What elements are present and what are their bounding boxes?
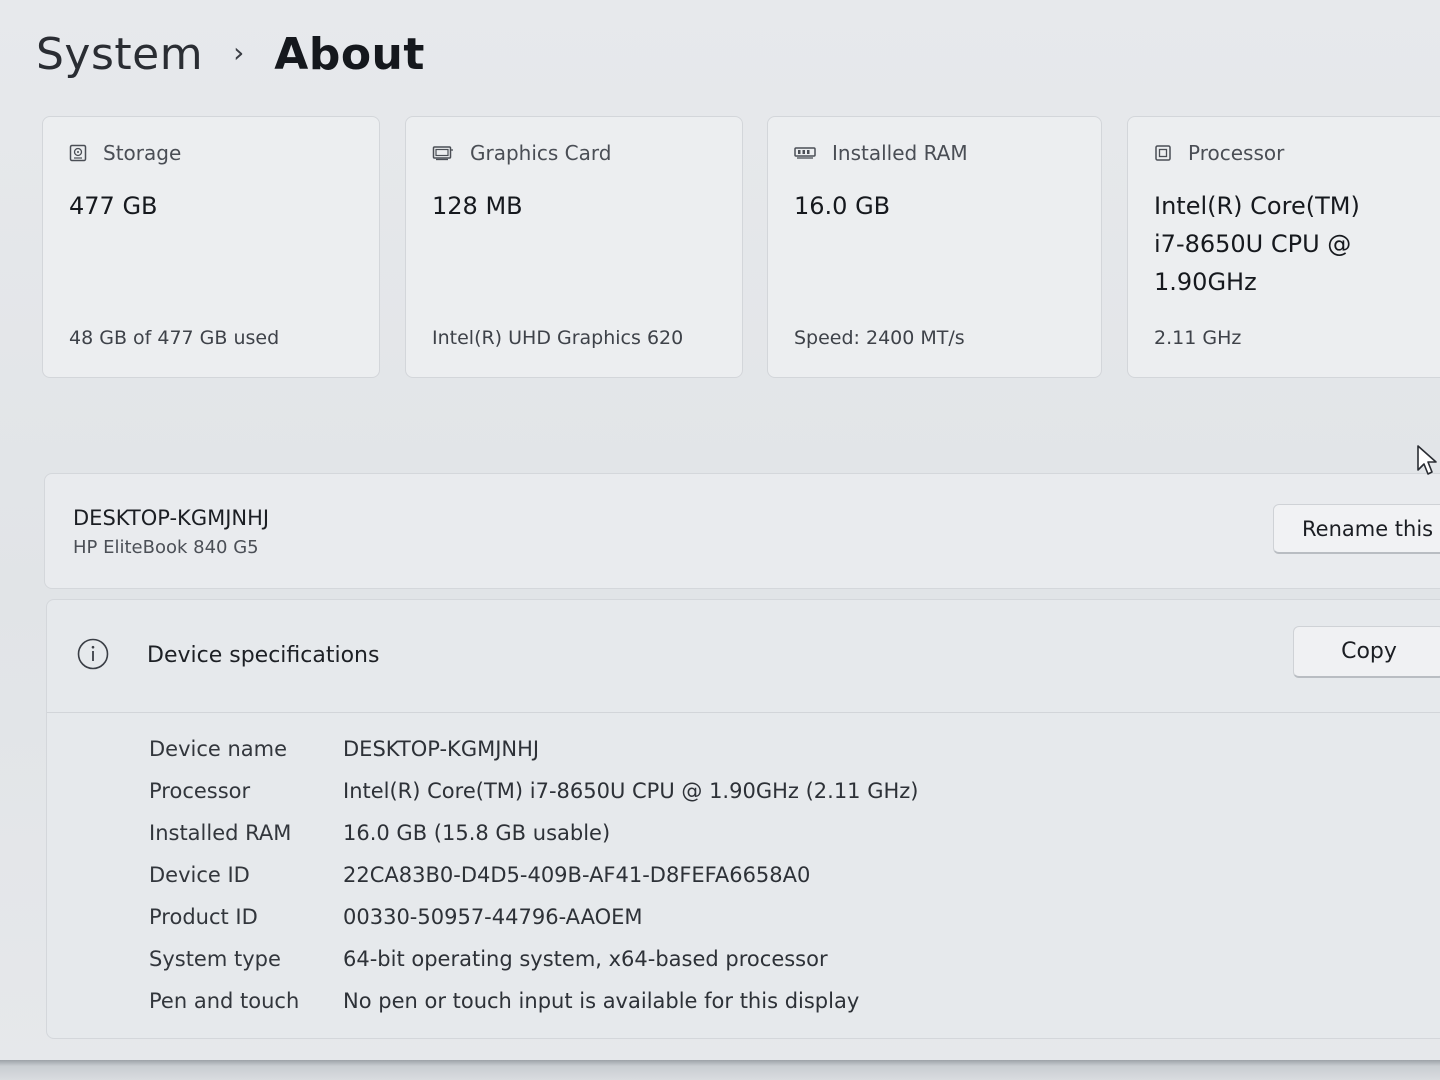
device-specifications-header[interactable]: Device specifications Copy	[47, 600, 1440, 713]
graphics-card-icon	[432, 146, 453, 161]
spec-value: 00330-50957-44796-AAOEM	[343, 905, 643, 929]
spec-row: Product ID 00330-50957-44796-AAOEM	[149, 896, 919, 938]
processor-value: Intel(R) Core(TM) i7-8650U CPU @ 1.90GHz	[1154, 192, 1360, 296]
spec-value: 16.0 GB (15.8 GB usable)	[343, 821, 611, 845]
spec-row: Pen and touch No pen or touch input is a…	[149, 980, 919, 1022]
spec-row: Device name DESKTOP-KGMJNHJ	[149, 728, 919, 770]
spec-row: Processor Intel(R) Core(TM) i7-8650U CPU…	[149, 770, 919, 812]
spec-value: No pen or touch input is available for t…	[343, 989, 860, 1013]
device-specifications-panel: Device specifications Copy Device name D…	[46, 599, 1440, 1039]
device-name-panel: DESKTOP-KGMJNHJ HP EliteBook 840 G5 Rena…	[44, 473, 1440, 589]
storage-label: Storage	[103, 141, 182, 165]
spec-value: DESKTOP-KGMJNHJ	[343, 737, 540, 761]
storage-usage: 48 GB of 477 GB used	[69, 327, 280, 349]
graphics-memory-value: 128 MB	[432, 192, 523, 220]
rename-pc-button[interactable]: Rename this P	[1273, 504, 1440, 554]
installed-ram-label: Installed RAM	[832, 141, 968, 165]
spec-key: Product ID	[149, 905, 258, 929]
device-specifications-title: Device specifications	[147, 643, 380, 668]
spec-value: 64-bit operating system, x64-based proce…	[343, 947, 828, 971]
installed-ram-card: Installed RAM 16.0 GB Speed: 2400 MT/s	[767, 116, 1102, 378]
processor-label: Processor	[1188, 141, 1285, 165]
spec-row: Device ID 22CA83B0-D4D5-409B-AF41-D8FEFA…	[149, 854, 919, 896]
ram-speed: Speed: 2400 MT/s	[794, 327, 965, 349]
graphics-card-card: Graphics Card 128 MB Intel(R) UHD Graphi…	[405, 116, 743, 378]
spec-row: System type 64-bit operating system, x64…	[149, 938, 919, 980]
spec-value: Intel(R) Core(TM) i7-8650U CPU @ 1.90GHz…	[343, 779, 919, 803]
mouse-cursor-icon	[1417, 445, 1437, 475]
storage-icon	[69, 144, 87, 162]
spec-value: 22CA83B0-D4D5-409B-AF41-D8FEFA6658A0	[343, 863, 811, 887]
storage-value: 477 GB	[69, 192, 158, 220]
spec-key: Device ID	[149, 863, 250, 887]
copy-button[interactable]: Copy	[1293, 626, 1440, 678]
breadcrumb: System › About	[36, 22, 425, 86]
breadcrumb-system-link[interactable]: System	[36, 29, 203, 80]
screen-bottom-edge	[0, 1060, 1440, 1080]
page-title: About	[274, 28, 425, 80]
graphics-card-label: Graphics Card	[470, 141, 612, 165]
device-name: DESKTOP-KGMJNHJ	[73, 506, 270, 530]
storage-card: Storage 477 GB 48 GB of 477 GB used	[42, 116, 380, 378]
installed-ram-value: 16.0 GB	[794, 192, 891, 220]
info-icon	[77, 638, 109, 670]
spec-key: Pen and touch	[149, 989, 300, 1013]
processor-icon	[1155, 145, 1171, 161]
spec-key: System type	[149, 947, 281, 971]
graphics-adapter-name: Intel(R) UHD Graphics 620	[432, 327, 684, 349]
spec-rows: Device name DESKTOP-KGMJNHJ Processor In…	[149, 728, 919, 1022]
spec-key: Device name	[149, 737, 288, 761]
processor-card: Processor Intel(R) Core(TM) i7-8650U CPU…	[1127, 116, 1440, 378]
settings-page: System › About Storage 477 GB 48 GB of 4…	[0, 0, 1440, 1080]
breadcrumb-chevron-icon: ›	[233, 35, 245, 69]
processor-speed: 2.11 GHz	[1154, 327, 1242, 349]
spec-key: Installed RAM	[149, 821, 292, 845]
spec-row: Installed RAM 16.0 GB (15.8 GB usable)	[149, 812, 919, 854]
device-model: HP EliteBook 840 G5	[73, 537, 259, 558]
ram-icon	[794, 147, 816, 159]
spec-key: Processor	[149, 779, 251, 803]
